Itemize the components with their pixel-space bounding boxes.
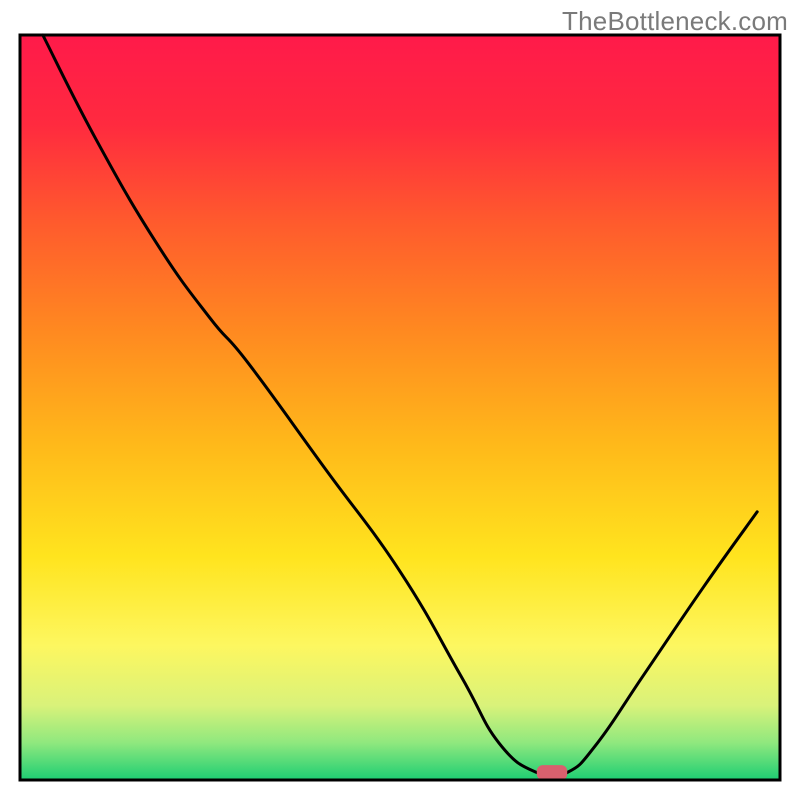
optimal-point-marker xyxy=(537,765,567,780)
bottleneck-chart xyxy=(0,0,800,800)
chart-container: TheBottleneck.com xyxy=(0,0,800,800)
gradient-background xyxy=(20,35,780,780)
watermark-text: TheBottleneck.com xyxy=(562,6,788,37)
plot-area xyxy=(20,35,780,780)
